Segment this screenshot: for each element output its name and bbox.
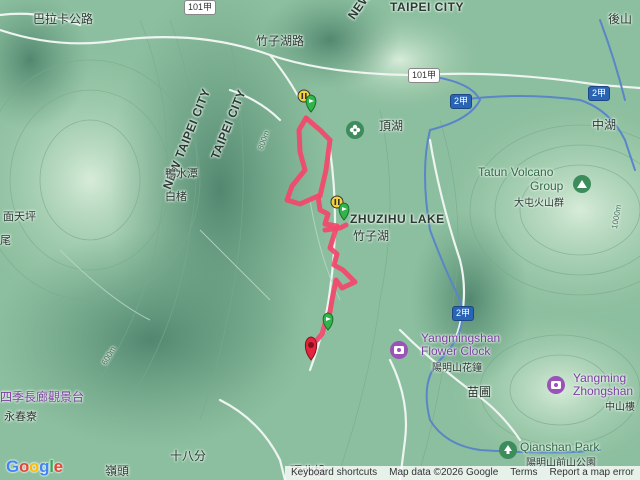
road-shield-101jia-top: 101甲 — [184, 0, 217, 15]
zhongshan-label-en-2: Zhongshan — [573, 384, 634, 398]
lake-label-zh: 竹子湖 — [353, 229, 390, 243]
tatun-label-zh: 大屯火山群 — [514, 198, 564, 209]
attribution-bar: Keyboard shortcuts Map data ©2026 Google… — [284, 466, 640, 480]
google-logo: Google — [6, 457, 63, 476]
place-label-yongchun: 永春寮 — [4, 411, 37, 423]
place-label-lingtou: 嶺頭 — [105, 464, 130, 478]
qianshan-park-icon[interactable] — [499, 441, 517, 459]
road-label-balaka: 巴拉卡公路 — [33, 12, 94, 26]
qianshan-label-en: Qianshan Park — [520, 440, 600, 454]
place-label-yashuitan: 鴨水潭 — [165, 168, 198, 180]
flower-park-icon[interactable] — [346, 121, 364, 139]
map-data-text: Map data ©2026 Google — [389, 467, 499, 478]
road-label-zhuzihu: 竹子湖路 — [256, 34, 305, 48]
place-label-miantianping: 面天坪 — [3, 211, 36, 223]
lake-label-en: ZHUZIHU LAKE — [350, 212, 445, 226]
road-shield-2jia-c: 2甲 — [452, 306, 475, 321]
flower-clock-label-en-2: Flower Clock — [421, 344, 491, 358]
zhongshan-hall-icon[interactable] — [547, 376, 565, 394]
road-shield-2jia-b: 2甲 — [588, 86, 611, 101]
place-label-dinghu: 頂湖 — [379, 119, 404, 133]
tatun-label-en-1: Tatun Volcano — [478, 165, 554, 179]
road-shield-101jia: 101甲 — [408, 68, 441, 83]
place-label-miaopu: 苗圃 — [467, 385, 492, 399]
place-label-sijichang: 四季長廊觀景台 — [0, 390, 85, 404]
place-label-shibafen: 十八分 — [170, 449, 207, 463]
place-label-baizhu: 白楮 — [165, 191, 187, 203]
tatun-label-en-2: Group — [530, 179, 564, 193]
keyboard-shortcuts-link[interactable]: Keyboard shortcuts — [285, 466, 383, 480]
place-label-wei: 尾 — [0, 235, 11, 247]
volcano-mountain-icon[interactable] — [573, 175, 591, 193]
place-label-houshan: 後山 — [608, 12, 633, 26]
road-shield-2jia-a: 2甲 — [450, 94, 473, 109]
terms-link[interactable]: Terms — [504, 466, 543, 480]
terrain-map[interactable] — [0, 0, 640, 480]
city-label-taipei-top: TAIPEI CITY — [390, 0, 464, 14]
report-map-error-link[interactable]: Report a map error — [544, 466, 640, 480]
flower-clock-icon[interactable] — [390, 341, 408, 359]
place-label-zhonghu: 中湖 — [592, 118, 617, 132]
zhongshan-label-zh: 中山樓 — [605, 402, 635, 413]
flower-clock-label-zh: 陽明山花鐘 — [432, 363, 482, 374]
